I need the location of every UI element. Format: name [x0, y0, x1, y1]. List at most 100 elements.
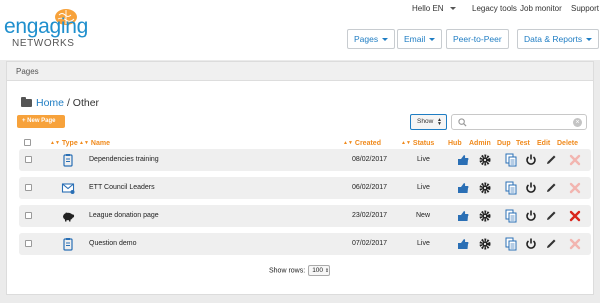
breadcrumb: Home / Other	[21, 97, 99, 109]
type-column-header[interactable]: ▲▼ Type	[50, 140, 78, 147]
page-name[interactable]: League donation page	[89, 212, 159, 219]
clipboard-icon	[63, 154, 73, 167]
delete-column-header: Delete	[557, 140, 579, 147]
admin-column-header: Admin	[469, 140, 491, 147]
panel-header: Pages	[7, 62, 593, 81]
select-arrows-icon: ▲ ▼	[437, 117, 442, 127]
table-row[interactable]: League donation page 23/02/2017 New	[19, 205, 591, 227]
power-test-icon[interactable]	[524, 181, 538, 195]
duplicate-icon[interactable]	[504, 153, 518, 167]
folder-icon	[21, 97, 32, 107]
created-date: 08/02/2017	[352, 156, 388, 163]
breadcrumb-current: Other	[72, 97, 100, 109]
name-header-label: Name	[90, 140, 110, 147]
select-arrows-icon: ⇕	[324, 268, 330, 274]
breadcrumb-home-link[interactable]: Home	[36, 97, 64, 109]
gear-icon[interactable]	[478, 209, 492, 223]
email-menu-button[interactable]: Email	[397, 29, 443, 49]
thumbs-up-icon[interactable]	[456, 237, 470, 251]
delete-x-icon	[569, 238, 581, 250]
chevron-down-icon	[382, 38, 389, 42]
table-row[interactable]: ETT Council Leaders 06/02/2017 Live	[19, 177, 591, 199]
created-date: 07/02/2017	[352, 240, 388, 247]
panel-title: Pages	[16, 67, 39, 76]
chevron-down-icon	[449, 7, 456, 11]
page-name[interactable]: Dependencies training	[89, 156, 159, 163]
page-name[interactable]: Question demo	[89, 240, 136, 247]
thumbs-up-icon[interactable]	[456, 209, 470, 223]
name-column-header[interactable]: ▲▼ Name	[79, 140, 110, 147]
duplicate-icon[interactable]	[504, 237, 518, 251]
logo-wordmark-bottom: NETWORKS	[12, 38, 75, 49]
sort-icon: ▲▼	[401, 140, 411, 146]
pencil-edit-icon[interactable]	[544, 209, 558, 223]
pages-menu-label: Pages	[354, 34, 379, 44]
thumbs-up-icon[interactable]	[456, 153, 470, 167]
peer-to-peer-button[interactable]: Peer-to-Peer	[446, 29, 509, 49]
table-row[interactable]: Dependencies training 08/02/2017 Live	[19, 149, 591, 171]
dup-column-header: Dup	[497, 140, 511, 147]
email-menu-label: Email	[404, 34, 426, 44]
chevron-down-icon	[586, 38, 593, 42]
status-column-header[interactable]: ▲▼ Status	[401, 140, 434, 147]
rows-per-page: Show rows: 100 ⇕	[269, 265, 331, 276]
app-header: engaging NETWORKS Hello EN Legacy tools …	[0, 0, 600, 60]
type-header-label: Type	[61, 140, 78, 147]
row-checkbox[interactable]	[25, 184, 32, 191]
row-checkbox[interactable]	[25, 240, 32, 247]
breadcrumb-separator: /	[66, 97, 70, 109]
data-reports-menu-button[interactable]: Data & Reports	[517, 29, 600, 49]
data-reports-label: Data & Reports	[524, 34, 583, 44]
edit-column-header: Edit	[537, 140, 551, 147]
sort-icon: ▲▼	[50, 140, 60, 146]
show-filter-select[interactable]: Show ▲ ▼	[410, 114, 447, 130]
peer-to-peer-label: Peer-to-Peer	[453, 34, 502, 44]
created-date: 06/02/2017	[352, 184, 388, 191]
pages-menu-button[interactable]: Pages	[347, 29, 396, 49]
duplicate-icon[interactable]	[504, 181, 518, 195]
pages-panel: Pages Home / Other + New Page Show ▲ ▼ × …	[6, 61, 594, 295]
job-monitor-link[interactable]: Job monitor	[520, 4, 562, 13]
created-header-label: Created	[354, 140, 381, 147]
duplicate-icon[interactable]	[504, 209, 518, 223]
page-name[interactable]: ETT Council Leaders	[89, 184, 155, 191]
status-header-label: Status	[412, 140, 435, 147]
chevron-down-icon	[429, 38, 436, 42]
delete-x-icon	[569, 182, 581, 194]
table-row[interactable]: Question demo 07/02/2017 Live	[19, 233, 591, 255]
status-value: Live	[417, 156, 430, 163]
user-menu[interactable]: Hello EN	[412, 4, 456, 13]
power-test-icon[interactable]	[524, 237, 538, 251]
created-column-header[interactable]: ▲▼ Created	[343, 140, 381, 147]
pencil-edit-icon[interactable]	[544, 237, 558, 251]
envelope-icon	[61, 183, 75, 194]
new-page-button[interactable]: + New Page	[17, 115, 65, 128]
gear-icon[interactable]	[478, 153, 492, 167]
delete-x-icon[interactable]	[568, 209, 582, 223]
gear-icon[interactable]	[478, 237, 492, 251]
search-box[interactable]: ×	[451, 114, 587, 130]
test-column-header: Test	[516, 140, 530, 147]
search-icon	[458, 118, 467, 127]
rows-per-page-select[interactable]: 100 ⇕	[308, 265, 331, 276]
show-rows-label: Show rows:	[269, 267, 306, 275]
logo-wordmark-top: engaging	[4, 15, 89, 38]
select-all-checkbox[interactable]	[24, 139, 31, 146]
clear-search-icon[interactable]: ×	[573, 118, 582, 127]
piggy-bank-icon	[63, 212, 75, 222]
row-checkbox[interactable]	[25, 212, 32, 219]
status-value: Live	[417, 184, 430, 191]
created-date: 23/02/2017	[352, 212, 388, 219]
sort-icon: ▲▼	[343, 140, 353, 146]
status-value: Live	[417, 240, 430, 247]
gear-icon[interactable]	[478, 181, 492, 195]
power-test-icon[interactable]	[524, 209, 538, 223]
pencil-edit-icon[interactable]	[544, 181, 558, 195]
thumbs-up-icon[interactable]	[456, 181, 470, 195]
row-checkbox[interactable]	[25, 156, 32, 163]
support-link[interactable]: Support	[571, 4, 599, 13]
pencil-edit-icon[interactable]	[544, 153, 558, 167]
legacy-tools-link[interactable]: Legacy tools	[472, 4, 517, 13]
rows-per-page-value: 100	[312, 267, 324, 274]
power-test-icon[interactable]	[524, 153, 538, 167]
